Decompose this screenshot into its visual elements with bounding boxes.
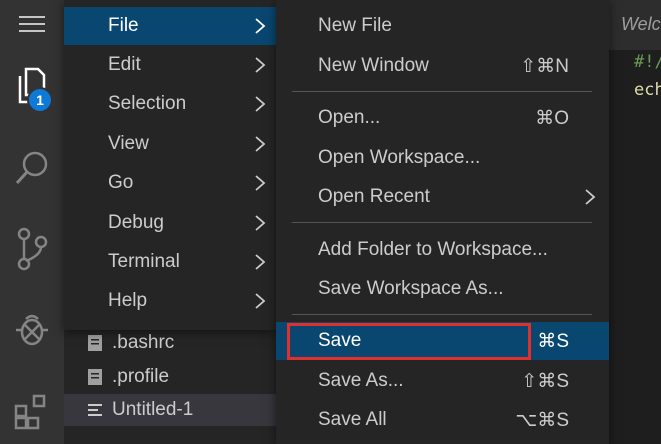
- menu-item-label: New File: [318, 15, 392, 36]
- menu-item-label: Go: [108, 172, 134, 193]
- code-line-2: ech: [634, 80, 661, 100]
- file-submenu: New File New Window ⇧⌘N Open... ⌘O Open …: [276, 0, 609, 444]
- chevron-right-icon: [585, 189, 596, 205]
- menu-item-label: Save As...: [318, 370, 404, 391]
- menu-item-label: File: [108, 15, 139, 36]
- chevron-right-icon: [255, 215, 266, 231]
- menu-item-label: Open Recent: [318, 186, 430, 207]
- file-name: .profile: [112, 366, 170, 387]
- menu-item-help[interactable]: Help: [64, 282, 276, 320]
- menu-item-label: New Window: [318, 55, 429, 76]
- chevron-right-icon: [255, 293, 266, 309]
- chevron-right-icon: [255, 18, 266, 34]
- shortcut-label: ⌘S: [537, 330, 569, 352]
- menu-item-save-workspace-as[interactable]: Save Workspace As...: [276, 270, 609, 308]
- file-name: Untitled-1: [112, 399, 194, 420]
- search-icon[interactable]: [0, 148, 64, 188]
- notification-badge: 1: [29, 89, 51, 111]
- menu-item-label: Selection: [108, 93, 187, 114]
- shortcut-label: ⌘O: [535, 107, 569, 129]
- highlight-annotation-box: [287, 323, 531, 360]
- menu-item-terminal[interactable]: Terminal: [64, 243, 276, 281]
- chevron-right-icon: [255, 175, 266, 191]
- menu-item-view[interactable]: View: [64, 125, 276, 163]
- file-item-bashrc[interactable]: .bashrc: [64, 327, 276, 359]
- menu-item-new-file[interactable]: New File: [276, 7, 609, 45]
- menu-separator: [292, 91, 592, 92]
- menu-item-open-recent[interactable]: Open Recent: [276, 178, 609, 216]
- editor-tab-welcome[interactable]: Welcome: [605, 0, 661, 50]
- activity-bar: 1: [0, 0, 64, 444]
- menu-item-open-workspace[interactable]: Open Workspace...: [276, 139, 609, 177]
- menu-item-file[interactable]: File: [64, 7, 276, 45]
- menu-item-save-as[interactable]: Save As... ⇧⌘S: [276, 362, 609, 400]
- menu-item-selection[interactable]: Selection: [64, 85, 276, 123]
- file-item-profile[interactable]: .profile: [64, 361, 276, 393]
- debug-icon[interactable]: [0, 310, 64, 350]
- menu-item-label: Open Workspace...: [318, 147, 481, 168]
- shortcut-label: ⇧⌘N: [520, 55, 569, 77]
- menu-item-label: View: [108, 133, 149, 154]
- menu-item-label: Help: [108, 290, 148, 311]
- menu-item-label: Debug: [108, 212, 164, 233]
- text-file-icon: [88, 404, 102, 416]
- file-item-untitled-1[interactable]: Untitled-1: [64, 394, 276, 426]
- application-menu: File Edit Selection View Go Debug Termin…: [64, 0, 276, 330]
- hamburger-menu-icon[interactable]: [0, 14, 64, 34]
- menu-item-label: Add Folder to Workspace...: [318, 239, 548, 260]
- menu-item-go[interactable]: Go: [64, 164, 276, 202]
- menu-item-add-folder-to-workspace[interactable]: Add Folder to Workspace...: [276, 231, 609, 269]
- menu-separator: [292, 222, 592, 223]
- menu-item-open[interactable]: Open... ⌘O: [276, 99, 609, 137]
- extensions-icon[interactable]: [0, 392, 64, 432]
- menu-item-label: Edit: [108, 54, 141, 75]
- menu-item-label: Open...: [318, 107, 381, 128]
- menu-item-label: Save All: [318, 409, 387, 430]
- menu-item-debug[interactable]: Debug: [64, 204, 276, 242]
- chevron-right-icon: [255, 96, 266, 112]
- code-line-1: #!/: [634, 52, 661, 72]
- chevron-right-icon: [255, 254, 266, 270]
- tab-label: Welcome: [621, 14, 661, 34]
- chevron-right-icon: [255, 136, 266, 152]
- menu-item-save-all[interactable]: Save All ⌥⌘S: [276, 401, 609, 439]
- menu-separator: [292, 314, 592, 315]
- file-icon: [88, 335, 102, 351]
- file-name: .bashrc: [112, 332, 175, 353]
- shortcut-label: ⇧⌘S: [521, 370, 569, 392]
- menu-item-label: Terminal: [108, 251, 180, 272]
- chevron-right-icon: [255, 57, 266, 73]
- file-icon: [88, 369, 102, 385]
- menu-item-edit[interactable]: Edit: [64, 46, 276, 84]
- source-control-icon[interactable]: [0, 227, 64, 271]
- menu-item-label: Save Workspace As...: [318, 278, 504, 299]
- menu-item-new-window[interactable]: New Window ⇧⌘N: [276, 47, 609, 85]
- shortcut-label: ⌥⌘S: [515, 409, 569, 431]
